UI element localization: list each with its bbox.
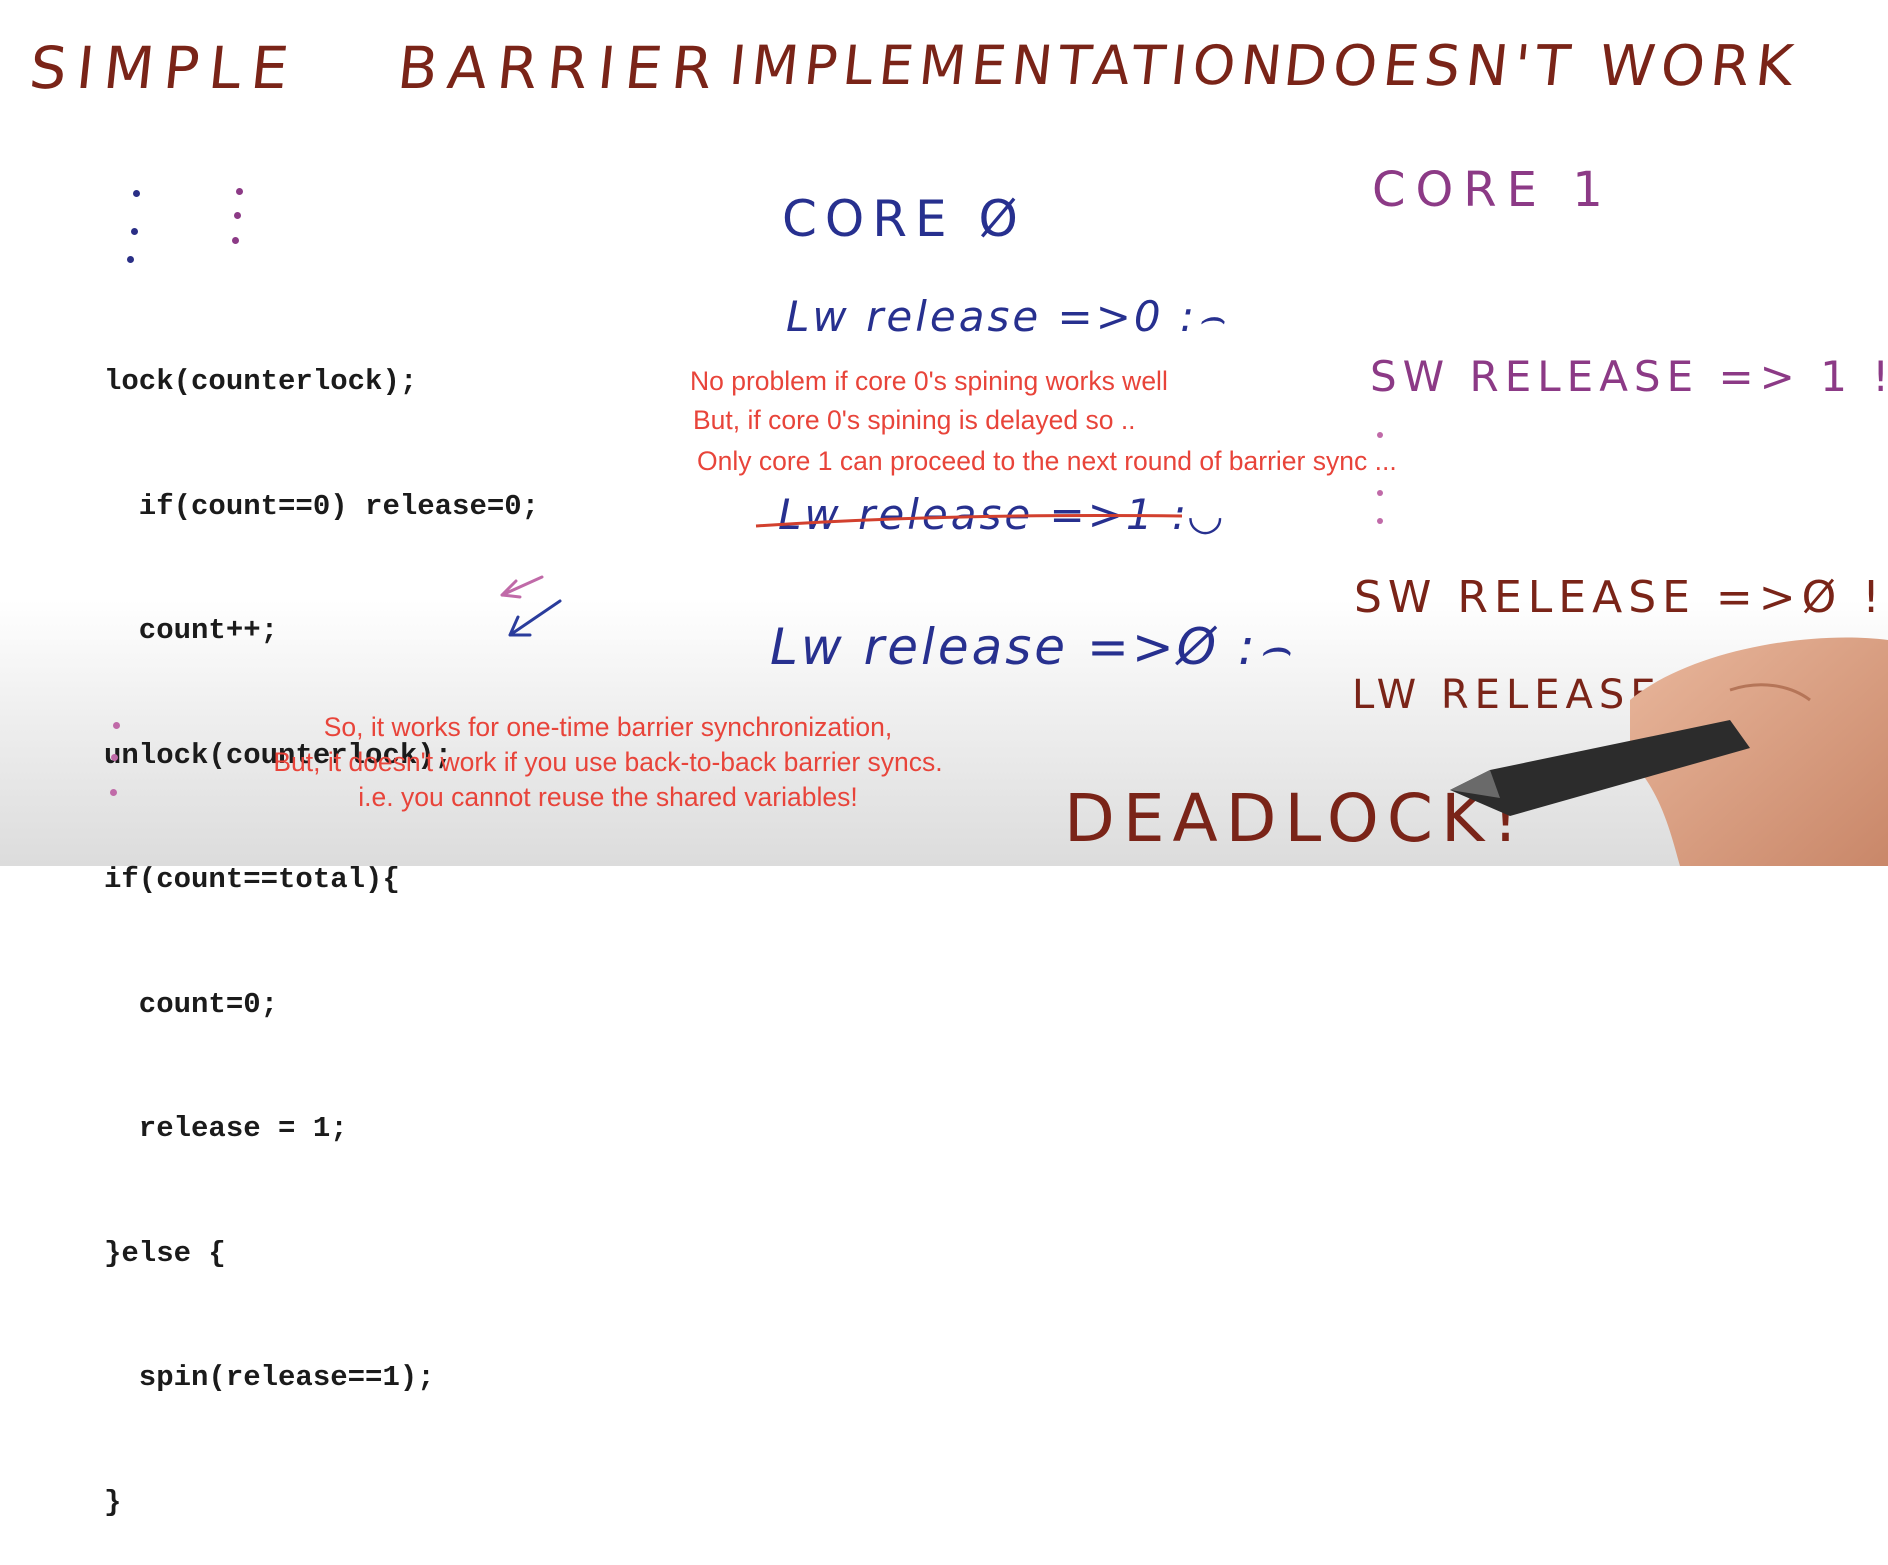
code-line: count++; [104, 614, 279, 647]
code-line: count=0; [104, 987, 279, 1021]
dot [111, 754, 118, 761]
title-word-simple: SIMPLE [26, 34, 302, 102]
core0-load-release-0-final: Lw release =>Ø :⌢ [770, 618, 1294, 676]
title-word-doesnt-work: DOESN'T WORK [1280, 34, 1802, 99]
dot [234, 212, 241, 219]
annotation-line: But, if core 0's spining is delayed so .… [693, 405, 1136, 435]
dot [232, 237, 239, 244]
code-line: spin(release==1); [104, 1361, 435, 1394]
dot [127, 256, 134, 263]
code-line: }else { [104, 1236, 226, 1270]
dot [131, 228, 138, 235]
code-line: if(count==total){ [104, 863, 400, 896]
core1-heading: CORE 1 [1372, 162, 1613, 218]
core1-store-release-0: SW RELEASE =>Ø ! [1354, 572, 1886, 623]
title-word-implementation: IMPLEMENTATION [726, 34, 1292, 97]
core1-store-release-1: SW RELEASE => 1 ! [1370, 352, 1888, 401]
barrier-code: lock(counterlock); if(count==0) release=… [104, 278, 539, 1565]
hand-with-pen-image [1450, 637, 1888, 866]
code-line: if(count==0) release=0; [104, 489, 540, 523]
dot [1377, 518, 1383, 524]
annotation-line: But, it doesn't work if you use back-to-… [273, 747, 943, 777]
code-line: } [104, 1485, 122, 1519]
spin-arrows-icon [500, 575, 562, 637]
annotation-line: No problem if core 0's spining works wel… [690, 366, 1168, 396]
dot [1377, 490, 1383, 496]
dot [1377, 432, 1383, 438]
annotation-line: Only core 1 can proceed to the next roun… [697, 446, 1397, 476]
code-line: release = 1; [104, 1112, 348, 1145]
strike-through-line [755, 513, 1183, 528]
annotation-line: So, it works for one-time barrier synchr… [323, 712, 893, 742]
annotation-line: i.e. you cannot reuse the shared variabl… [358, 782, 858, 812]
dot [236, 188, 243, 195]
code-line: lock(counterlock); [104, 365, 418, 398]
core0-heading: CORE Ø [782, 190, 1026, 248]
title-word-barrier: BARRIER [394, 34, 726, 102]
dot [110, 789, 117, 796]
dot [133, 190, 140, 197]
core0-load-release-0: Lw release =>0 :⌢ [786, 292, 1228, 341]
